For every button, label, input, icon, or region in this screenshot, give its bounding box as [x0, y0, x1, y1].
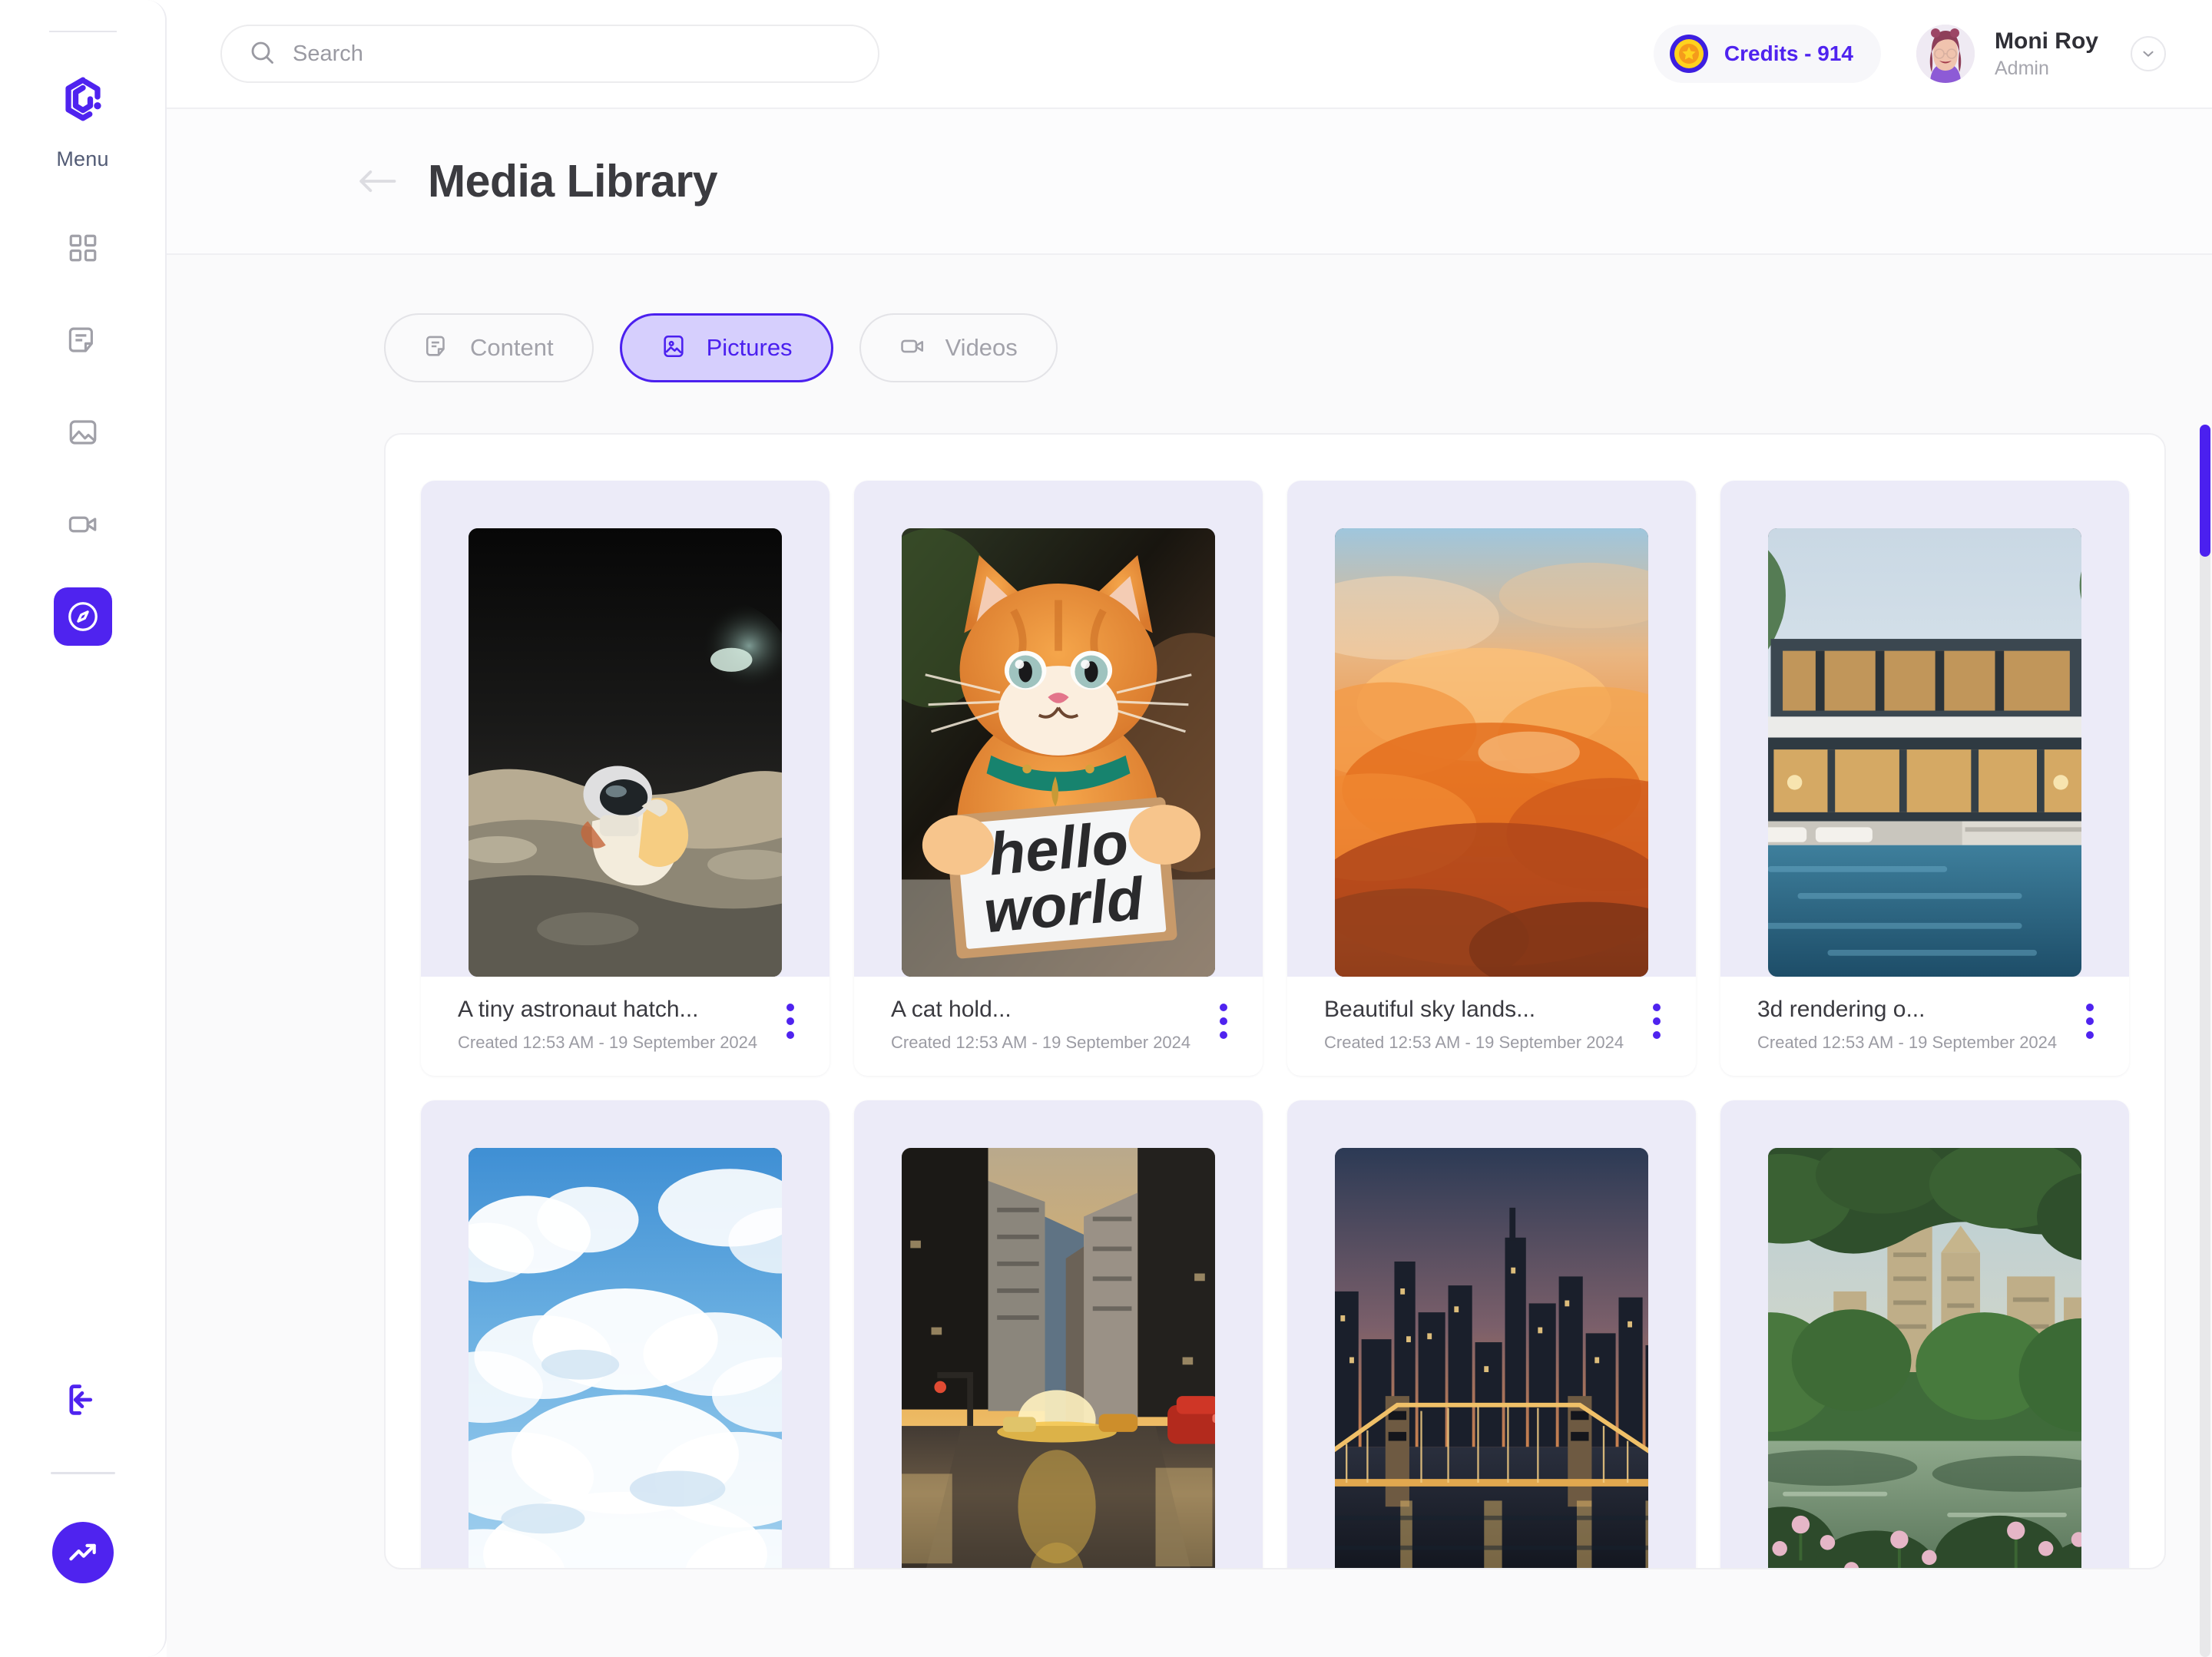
- card-title: A tiny astronaut hatch...: [458, 997, 699, 1022]
- trending-up-icon[interactable]: [51, 1522, 114, 1583]
- topbar: Credits - 914: [167, 0, 2212, 109]
- card-meta-text: A tiny astronaut hatch... Created 12:53 …: [458, 997, 768, 1053]
- video-icon: [899, 333, 926, 363]
- chevron-down-icon[interactable]: [2131, 36, 2166, 71]
- media-type-tabs: Content Pictures Videos: [384, 255, 2166, 382]
- profile-name: Moni Roy: [1995, 28, 2098, 54]
- card-meta-text: Beautiful sky lands... Created 12:53 AM …: [1324, 997, 1634, 1053]
- page-scrollbar-track[interactable]: [2200, 430, 2210, 1657]
- coin-icon: [1669, 34, 1709, 74]
- media-grid: A tiny astronaut hatch... Created 12:53 …: [421, 481, 2129, 1568]
- video-icon: [67, 508, 99, 541]
- tab-label: Pictures: [706, 334, 793, 361]
- card-menu-icon[interactable]: [1644, 1000, 1670, 1043]
- card-thumb-wrap: [421, 481, 830, 977]
- sidebar-item-explore[interactable]: [53, 587, 112, 646]
- grid-icon: [67, 232, 99, 264]
- card-date: Created 12:53 AM - 19 September 2024: [1324, 1033, 1624, 1052]
- note-icon: [67, 324, 99, 356]
- sidebar-nav: [53, 219, 112, 646]
- app-root: Menu Search Credits - 914 Moni Roy Admin…: [0, 0, 2212, 1657]
- media-card[interactable]: View of brook... Created 12:53 AM - 19 S…: [1287, 1100, 1696, 1568]
- media-grid-panel: A tiny astronaut hatch... Created 12:53 …: [384, 433, 2166, 1569]
- tab-videos[interactable]: Videos: [859, 313, 1058, 382]
- media-card[interactable]: Beautiful sky lands... Created 12:53 AM …: [1287, 481, 1696, 1076]
- orange-sunset-clouds-thumbnail[interactable]: [1335, 528, 1648, 977]
- tab-label: Videos: [945, 334, 1018, 361]
- avatar: [1916, 25, 1975, 83]
- card-meta-text: A cat hold... Created 12:53 AM - 19 Sept…: [891, 997, 1201, 1053]
- card-menu-icon[interactable]: [2077, 1000, 2103, 1043]
- arrow-left-icon[interactable]: [357, 166, 397, 197]
- credits-label: Credits - 914: [1724, 41, 1853, 65]
- card-meta: A cat hold... Created 12:53 AM - 19 Sept…: [854, 977, 1263, 1076]
- sidebar-top-divider: [48, 31, 117, 32]
- compass-icon: [65, 599, 101, 634]
- astronaut-egg-moon-thumbnail[interactable]: [469, 528, 782, 977]
- card-menu-icon[interactable]: [777, 1000, 803, 1043]
- card-title: Beautiful sky lands...: [1324, 997, 1536, 1022]
- card-thumb-wrap: [421, 1100, 830, 1568]
- page-header: Media Library: [167, 109, 2212, 255]
- central-park-greenery-thumbnail[interactable]: [1768, 1148, 2081, 1568]
- cat-hello-world-sign-thumbnail[interactable]: hello world: [902, 528, 1215, 977]
- brooklyn-bridge-skyline-thumbnail[interactable]: [1335, 1148, 1648, 1568]
- card-thumb-wrap: [1720, 1100, 2129, 1568]
- note-icon: [424, 333, 450, 363]
- card-thumb-wrap: [1287, 1100, 1696, 1568]
- media-card[interactable]: View of new yo.... Created 12:53 AM - 19…: [854, 1100, 1263, 1568]
- media-card[interactable]: hello world A cat hold... Created 12:53 …: [854, 481, 1263, 1076]
- sidebar-item-videos[interactable]: [54, 495, 112, 554]
- card-thumb-wrap: [854, 1100, 1263, 1568]
- card-meta: Beautiful sky lands... Created 12:53 AM …: [1287, 977, 1696, 1076]
- svg-text:world: world: [981, 865, 1147, 945]
- tab-label: Content: [470, 334, 554, 361]
- card-title: A cat hold...: [891, 997, 1012, 1022]
- card-meta: 3d rendering o... Created 12:53 AM - 19 …: [1720, 977, 2129, 1076]
- modern-house-pool-thumbnail[interactable]: [1768, 528, 2081, 977]
- sidebar-menu-label: Menu: [56, 147, 109, 170]
- card-date: Created 12:53 AM - 19 September 2024: [891, 1033, 1191, 1052]
- profile-names: Moni Roy Admin: [1995, 28, 2098, 80]
- media-card[interactable]: View of centr.... Created 12:53 AM - 19 …: [1720, 1100, 2129, 1568]
- media-card[interactable]: 3d rendering o... Created 12:53 AM - 19 …: [1720, 481, 2129, 1076]
- media-card[interactable]: A tiny astronaut hatch... Created 12:53 …: [421, 481, 830, 1076]
- card-meta: A tiny astronaut hatch... Created 12:53 …: [421, 977, 830, 1076]
- sidebar-item-content[interactable]: [54, 311, 112, 369]
- search-icon: [248, 38, 276, 70]
- content-area: Content Pictures Videos A tiny astronaut…: [167, 255, 2212, 1657]
- search-box[interactable]: [220, 25, 879, 83]
- card-meta-text: 3d rendering o... Created 12:53 AM - 19 …: [1757, 997, 2068, 1053]
- card-thumb-wrap: [1287, 481, 1696, 977]
- page-title: Media Library: [428, 156, 718, 207]
- card-menu-icon[interactable]: [1210, 1000, 1237, 1043]
- page-scrollbar-thumb[interactable]: [2200, 425, 2210, 557]
- main-region: Credits - 914: [167, 0, 2212, 1657]
- profile-menu[interactable]: Moni Roy Admin: [1916, 25, 2166, 83]
- image-icon: [67, 416, 99, 448]
- profile-role: Admin: [1995, 57, 2049, 79]
- tab-content[interactable]: Content: [384, 313, 594, 382]
- card-date: Created 12:53 AM - 19 September 2024: [458, 1033, 758, 1052]
- card-date: Created 12:53 AM - 19 September 2024: [1757, 1033, 2058, 1052]
- anime-blue-clouds-thumbnail[interactable]: [469, 1148, 782, 1568]
- topbar-right: Credits - 914 Moni Roy Admin: [1653, 25, 2166, 83]
- sidebar-item-pictures[interactable]: [54, 403, 112, 461]
- tab-pictures[interactable]: Pictures: [619, 313, 833, 382]
- logout-icon[interactable]: [54, 1371, 112, 1429]
- card-title: 3d rendering o...: [1757, 997, 1926, 1022]
- sidebar-bottom-divider: [50, 1472, 115, 1474]
- sidebar-item-dashboard[interactable]: [54, 219, 112, 277]
- card-thumb-wrap: [1720, 481, 2129, 977]
- sidebar: Menu: [0, 0, 167, 1657]
- card-thumb-wrap: hello world: [854, 481, 1263, 977]
- new-york-street-sunset-thumbnail[interactable]: [902, 1148, 1215, 1568]
- brand-logo-icon[interactable]: [56, 72, 110, 126]
- media-card[interactable]: Anime style clou... Created 12:53 AM - 1…: [421, 1100, 830, 1568]
- credits-button[interactable]: Credits - 914: [1653, 25, 1881, 83]
- search-input[interactable]: [293, 41, 852, 67]
- image-icon: [661, 333, 687, 363]
